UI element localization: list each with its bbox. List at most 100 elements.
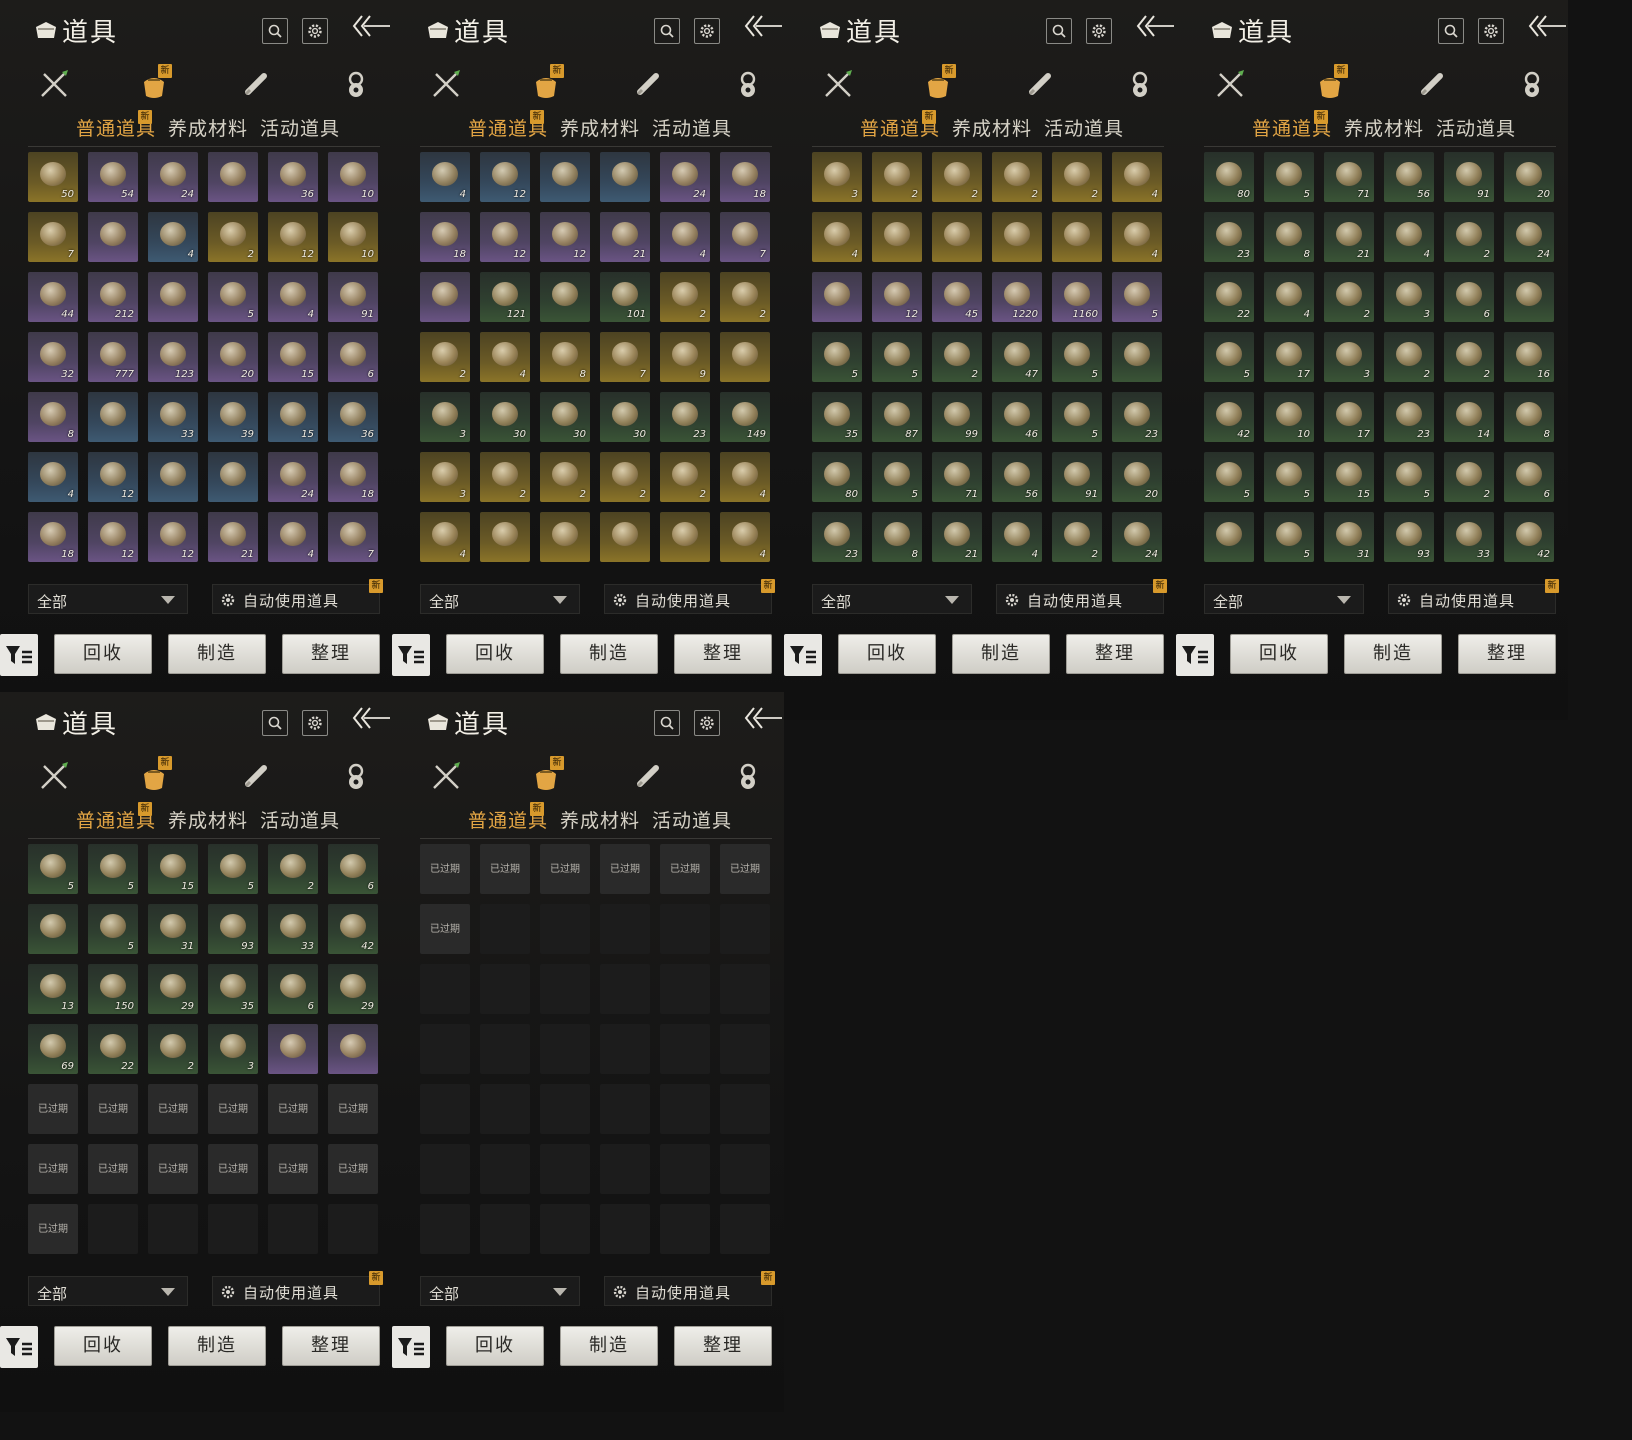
item-slot[interactable] xyxy=(208,452,258,502)
item-slot[interactable]: 10 xyxy=(328,152,378,202)
item-slot[interactable]: 29 xyxy=(328,964,378,1014)
craft-button[interactable]: 制造 xyxy=(560,634,658,674)
tab-growth-materials[interactable]: 养成材料 xyxy=(952,114,1032,141)
item-slot[interactable]: 18 xyxy=(28,512,78,562)
item-slot[interactable]: 91 xyxy=(328,272,378,322)
settings-button[interactable] xyxy=(694,710,720,736)
item-slot[interactable]: 2 xyxy=(480,452,530,502)
item-slot[interactable]: 15 xyxy=(148,844,198,894)
item-slot[interactable]: 56 xyxy=(1384,152,1434,202)
expired-item-slot[interactable]: 已过期 xyxy=(148,1084,198,1134)
item-slot[interactable]: 3 xyxy=(420,452,470,502)
item-slot[interactable]: 6 xyxy=(328,332,378,382)
item-slot[interactable] xyxy=(88,392,138,442)
item-slot[interactable] xyxy=(720,332,770,382)
category-equipment[interactable] xyxy=(36,66,72,102)
auto-use-items-toggle[interactable]: 自动使用道具 新 xyxy=(604,1271,775,1306)
item-slot[interactable] xyxy=(1052,212,1102,262)
item-slot[interactable]: 4 xyxy=(28,452,78,502)
item-slot[interactable]: 2 xyxy=(1444,332,1494,382)
expired-item-slot[interactable]: 已过期 xyxy=(28,1144,78,1194)
item-slot[interactable]: 5 xyxy=(1052,332,1102,382)
item-slot[interactable]: 5 xyxy=(1052,392,1102,442)
item-slot[interactable]: 36 xyxy=(328,392,378,442)
item-slot[interactable]: 23 xyxy=(812,512,862,562)
item-slot[interactable] xyxy=(208,152,258,202)
item-slot[interactable]: 7 xyxy=(328,512,378,562)
category-filter-dropdown[interactable]: 全部 xyxy=(28,1276,188,1306)
expired-item-slot[interactable]: 已过期 xyxy=(208,1084,258,1134)
item-slot[interactable]: 21 xyxy=(1324,212,1374,262)
item-slot[interactable]: 31 xyxy=(148,904,198,954)
item-slot[interactable]: 2 xyxy=(1052,512,1102,562)
item-slot[interactable]: 101 xyxy=(600,272,650,322)
item-slot[interactable]: 6 xyxy=(268,964,318,1014)
item-slot[interactable]: 7 xyxy=(28,212,78,262)
sort-button[interactable]: 整理 xyxy=(1066,634,1164,674)
filter-button[interactable] xyxy=(392,1326,430,1368)
back-arrow-icon[interactable] xyxy=(744,12,784,44)
item-slot[interactable] xyxy=(932,212,982,262)
item-slot[interactable]: 18 xyxy=(328,452,378,502)
item-slot[interactable]: 121 xyxy=(480,272,530,322)
item-slot[interactable]: 20 xyxy=(1112,452,1162,502)
item-slot[interactable]: 29 xyxy=(148,964,198,1014)
auto-use-items-toggle[interactable]: 自动使用道具 新 xyxy=(604,579,775,614)
category-items[interactable]: 新 xyxy=(920,64,956,102)
item-slot[interactable]: 5 xyxy=(1264,152,1314,202)
item-slot[interactable]: 31 xyxy=(1324,512,1374,562)
craft-button[interactable]: 制造 xyxy=(168,1326,266,1366)
item-slot[interactable]: 93 xyxy=(208,904,258,954)
back-arrow-icon[interactable] xyxy=(744,704,784,736)
category-equipment[interactable] xyxy=(36,758,72,794)
filter-button[interactable] xyxy=(392,634,430,676)
item-slot[interactable]: 80 xyxy=(812,452,862,502)
item-slot[interactable]: 42 xyxy=(1204,392,1254,442)
item-slot[interactable]: 4 xyxy=(268,512,318,562)
settings-button[interactable] xyxy=(1478,18,1504,44)
item-slot[interactable] xyxy=(540,152,590,202)
filter-button[interactable] xyxy=(1176,634,1214,676)
expired-item-slot[interactable]: 已过期 xyxy=(600,844,650,894)
item-slot[interactable]: 56 xyxy=(992,452,1042,502)
item-slot[interactable]: 9 xyxy=(660,332,710,382)
category-scrolls[interactable] xyxy=(1022,66,1058,102)
tab-growth-materials[interactable]: 养成材料 xyxy=(560,806,640,833)
item-slot[interactable]: 12 xyxy=(480,152,530,202)
item-slot[interactable] xyxy=(1504,272,1554,322)
item-slot[interactable]: 13 xyxy=(28,964,78,1014)
item-slot[interactable]: 21 xyxy=(208,512,258,562)
item-slot[interactable]: 24 xyxy=(1112,512,1162,562)
recycle-button[interactable]: 回收 xyxy=(446,1326,544,1366)
item-slot[interactable]: 5 xyxy=(1112,272,1162,322)
sort-button[interactable]: 整理 xyxy=(674,1326,772,1366)
item-slot[interactable]: 91 xyxy=(1052,452,1102,502)
item-slot[interactable]: 12 xyxy=(872,272,922,322)
item-slot[interactable]: 6 xyxy=(1504,452,1554,502)
item-slot[interactable]: 5 xyxy=(88,844,138,894)
back-arrow-icon[interactable] xyxy=(1528,12,1568,44)
item-slot[interactable]: 4 xyxy=(720,452,770,502)
item-slot[interactable]: 123 xyxy=(148,332,198,382)
category-scrolls[interactable] xyxy=(238,758,274,794)
category-tokens[interactable] xyxy=(1514,66,1550,102)
item-slot[interactable]: 2 xyxy=(420,332,470,382)
item-slot[interactable]: 93 xyxy=(1384,512,1434,562)
item-slot[interactable]: 2 xyxy=(1384,332,1434,382)
item-slot[interactable]: 18 xyxy=(420,212,470,262)
category-filter-dropdown[interactable]: 全部 xyxy=(1204,584,1364,614)
category-scrolls[interactable] xyxy=(630,758,666,794)
category-scrolls[interactable] xyxy=(238,66,274,102)
search-button[interactable] xyxy=(1438,18,1464,44)
category-items[interactable]: 新 xyxy=(528,756,564,794)
craft-button[interactable]: 制造 xyxy=(1344,634,1442,674)
item-slot[interactable]: 33 xyxy=(1444,512,1494,562)
craft-button[interactable]: 制造 xyxy=(560,1326,658,1366)
item-slot[interactable]: 3 xyxy=(420,392,470,442)
settings-button[interactable] xyxy=(302,710,328,736)
item-slot[interactable]: 16 xyxy=(1504,332,1554,382)
item-slot[interactable]: 12 xyxy=(88,452,138,502)
recycle-button[interactable]: 回收 xyxy=(838,634,936,674)
item-slot[interactable]: 2 xyxy=(992,152,1042,202)
craft-button[interactable]: 制造 xyxy=(952,634,1050,674)
